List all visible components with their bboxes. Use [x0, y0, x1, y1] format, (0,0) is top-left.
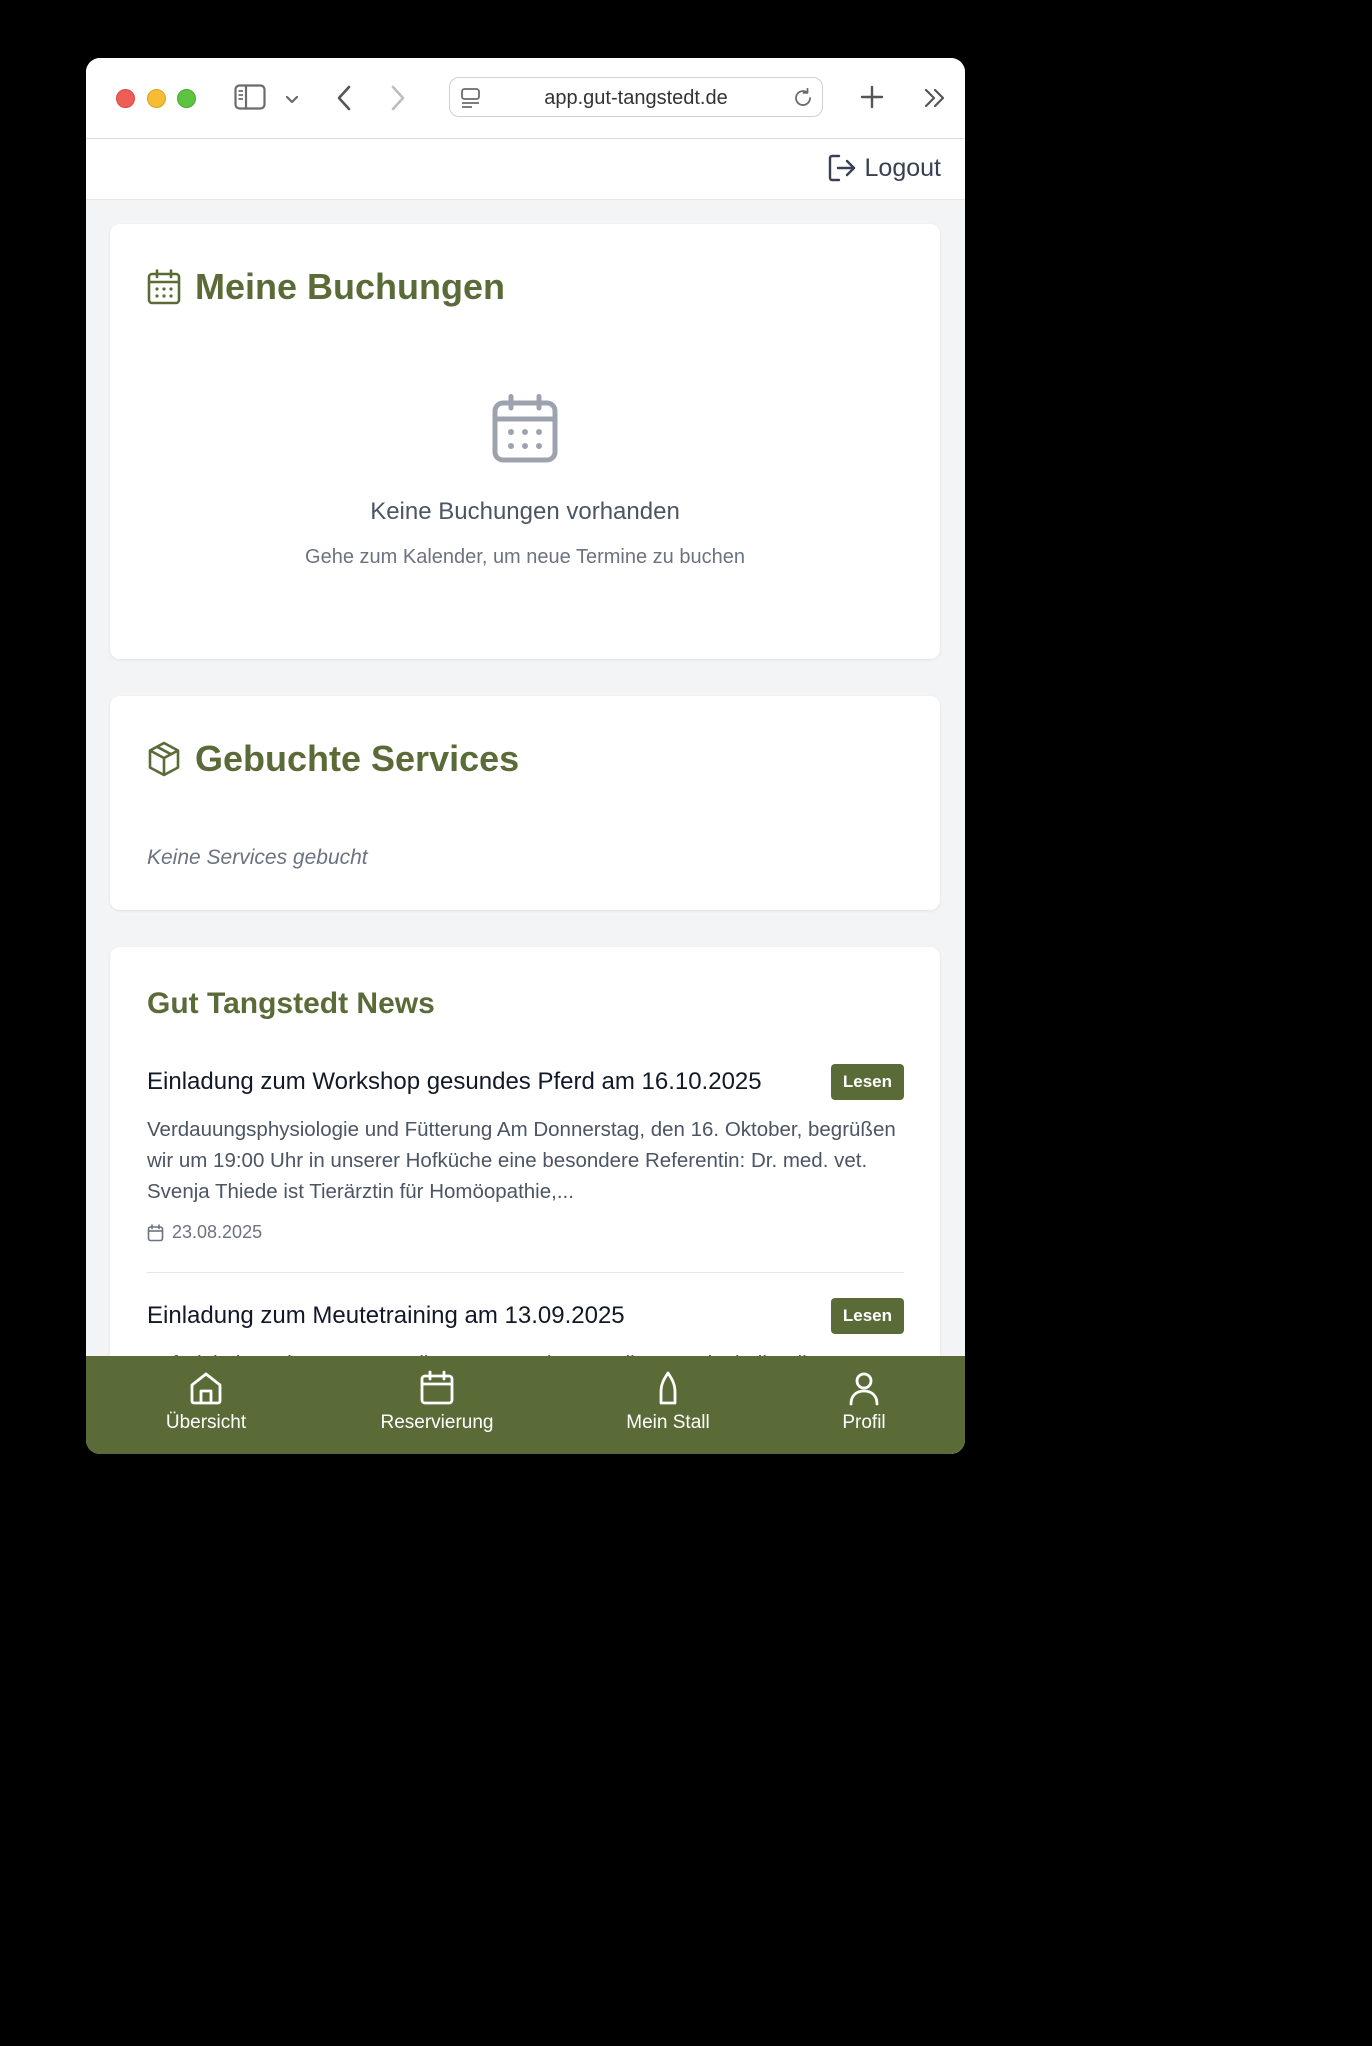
nav-item-reservation[interactable]: Reservierung: [357, 1370, 517, 1434]
nav-label-overview: Übersicht: [165, 1412, 247, 1433]
nav-item-profile[interactable]: Profil: [784, 1370, 944, 1434]
read-button[interactable]: Lesen: [830, 1298, 904, 1334]
sidebar-toggle-icon[interactable]: [234, 84, 266, 115]
logout-button[interactable]: Logout: [827, 153, 941, 183]
services-card: Gebuchte Services Keine Services gebucht: [110, 696, 940, 910]
minimize-window-button[interactable]: [147, 89, 166, 108]
bookings-title: Meine Buchungen: [195, 266, 506, 307]
package-icon: [148, 741, 180, 777]
nav-label-reservation: Reservierung: [380, 1412, 494, 1433]
bookings-empty-title: Keine Buchungen vorhanden: [370, 498, 680, 525]
user-icon: [849, 1372, 879, 1406]
back-arrow-icon[interactable]: [335, 84, 353, 117]
calendar-icon: [420, 1370, 454, 1405]
main-content[interactable]: Meine Buchungen Keine Buchungen vorhande…: [86, 200, 965, 1356]
address-bar[interactable]: app.gut-tangstedt.de: [449, 77, 823, 117]
browser-toolbar: app.gut-tangstedt.de: [86, 58, 965, 139]
nav-item-stall[interactable]: Mein Stall: [588, 1370, 748, 1434]
bookings-empty-subtitle: Gehe zum Kalender, um neue Termine zu bu…: [305, 546, 745, 568]
news-excerpt: Auf Einladung der Peter, Caroline, Peter…: [147, 1348, 904, 1356]
calendar-small-icon: [147, 1223, 164, 1241]
news-item: Einladung zum Workshop gesundes Pferd am…: [147, 1064, 904, 1258]
logout-icon: [828, 154, 855, 182]
chevron-down-icon[interactable]: [285, 92, 299, 110]
nav-label-stall: Mein Stall: [626, 1412, 710, 1433]
logout-label: Logout: [864, 153, 941, 182]
forward-arrow-icon[interactable]: [389, 84, 407, 117]
news-card: Gut Tangstedt News Einladung zum Worksho…: [110, 947, 940, 1356]
bookings-card: Meine Buchungen Keine Buchungen vorhande…: [110, 224, 940, 659]
app-header: Logout: [86, 139, 965, 200]
empty-calendar-icon: [492, 394, 558, 469]
news-headline[interactable]: Einladung zum Workshop gesundes Pferd am…: [147, 1068, 762, 1096]
services-empty-text: Keine Services gebucht: [147, 846, 368, 869]
browser-window: app.gut-tangstedt.de Logout Meine Buchun…: [86, 58, 965, 1454]
news-excerpt: Verdauungsphysiologie und Fütterung Am D…: [147, 1118, 896, 1203]
more-tabs-icon[interactable]: [924, 88, 946, 113]
news-title: Gut Tangstedt News: [147, 987, 435, 1020]
read-button[interactable]: Lesen: [830, 1064, 904, 1100]
news-headline[interactable]: Einladung zum Meutetraining am 13.09.202…: [147, 1302, 625, 1330]
reload-icon[interactable]: [792, 87, 814, 114]
nav-label-profile: Profil: [842, 1412, 886, 1433]
close-window-button[interactable]: [116, 89, 135, 108]
news-item: Einladung zum Meutetraining am 13.09.202…: [147, 1298, 904, 1356]
news-divider: [147, 1272, 904, 1273]
nav-item-overview[interactable]: Übersicht: [126, 1370, 286, 1434]
stall-icon: [659, 1371, 677, 1405]
maximize-window-button[interactable]: [177, 89, 196, 108]
services-heading: Gebuchte Services: [147, 738, 519, 780]
news-date: 23.08.2025: [147, 1222, 262, 1243]
services-title: Gebuchte Services: [195, 738, 520, 779]
news-date-text: 23.08.2025: [172, 1222, 263, 1242]
bottom-navigation: Übersicht Reservierung Mein Stall Profil: [86, 1356, 965, 1454]
url-text[interactable]: app.gut-tangstedt.de: [450, 87, 822, 110]
calendar-icon: [147, 269, 181, 305]
new-tab-icon[interactable]: [860, 85, 884, 114]
bookings-heading: Meine Buchungen: [147, 266, 505, 308]
home-icon: [190, 1372, 222, 1405]
